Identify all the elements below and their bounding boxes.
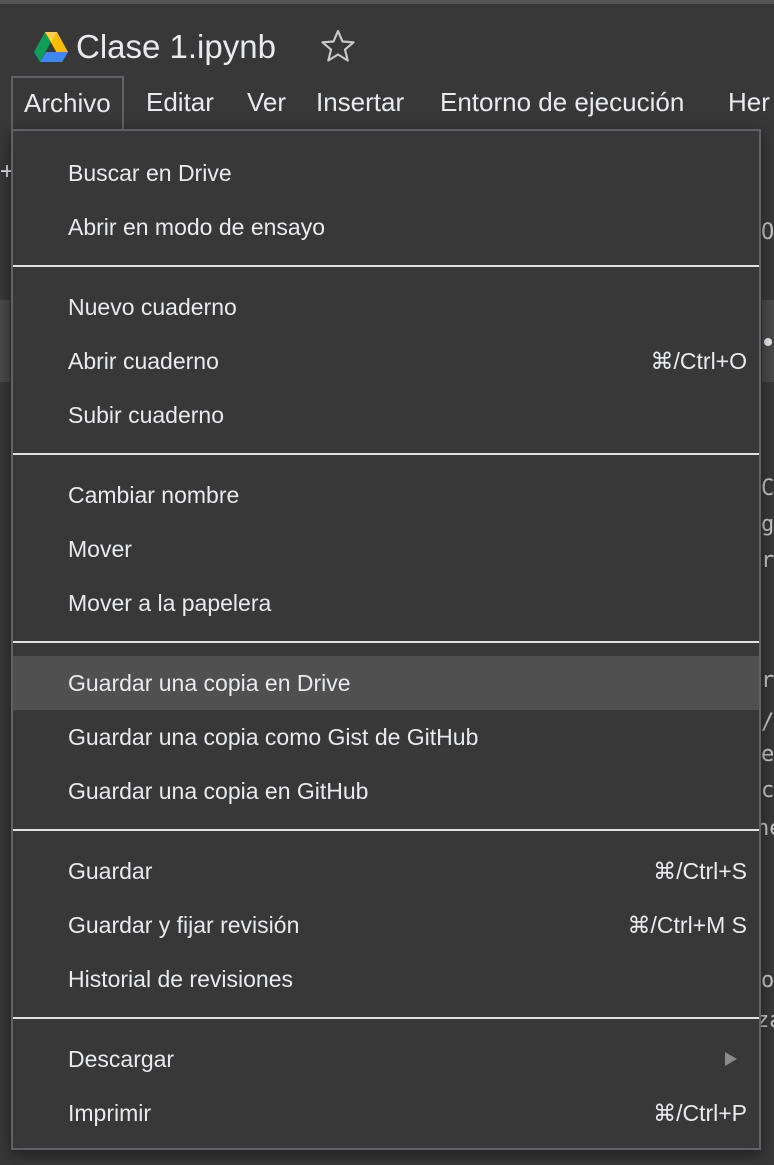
menu-item-shortcut: ⌘/Ctrl+O bbox=[650, 348, 747, 374]
menu-item-guardar-copia-gist-github[interactable]: Guardar una copia como Gist de GitHub bbox=[13, 710, 759, 764]
archivo-dropdown-menu: Buscar en Drive Abrir en modo de ensayo … bbox=[11, 129, 761, 1150]
menu-item-shortcut: ⌘/Ctrl+M S bbox=[627, 912, 747, 938]
background-text-fragment: e bbox=[761, 742, 774, 767]
menu-item-historial-de-revisiones[interactable]: Historial de revisiones bbox=[13, 952, 759, 1006]
menu-insertar[interactable]: Insertar bbox=[316, 76, 404, 128]
menu-item-label: Imprimir bbox=[68, 1100, 152, 1126]
menu-item-label: Guardar bbox=[68, 858, 153, 884]
menu-item-guardar[interactable]: Guardar ⌘/Ctrl+S bbox=[13, 844, 759, 898]
colab-window: Clase 1.ipynb Archivo Editar Ver Inserta… bbox=[0, 0, 774, 1165]
title-row: Clase 1.ipynb bbox=[0, 22, 774, 74]
background-text-fragment: / bbox=[761, 710, 774, 735]
menu-archivo[interactable]: Archivo bbox=[11, 76, 124, 130]
background-text-fragment: g bbox=[761, 512, 774, 537]
submenu-arrow-icon bbox=[725, 1052, 737, 1066]
background-text-fragment: C bbox=[761, 476, 774, 501]
menu-item-label: Guardar y fijar revisión bbox=[68, 912, 300, 938]
menu-item-mover-a-la-papelera[interactable]: Mover a la papelera bbox=[13, 576, 759, 630]
menu-item-label: Mover a la papelera bbox=[68, 590, 272, 616]
menubar: Archivo Editar Ver Insertar Entorno de e… bbox=[0, 76, 774, 130]
menu-item-buscar-en-drive[interactable]: Buscar en Drive bbox=[13, 146, 759, 200]
menu-item-guardar-una-copia-en-drive[interactable]: Guardar una copia en Drive bbox=[13, 656, 759, 710]
menu-separator bbox=[13, 829, 759, 831]
menu-item-cambiar-nombre[interactable]: Cambiar nombre bbox=[13, 468, 759, 522]
menu-item-label: Cambiar nombre bbox=[68, 482, 240, 508]
menu-ver[interactable]: Ver bbox=[247, 76, 286, 128]
background-text-fragment: c bbox=[761, 778, 774, 803]
menu-item-label: Abrir en modo de ensayo bbox=[68, 214, 325, 240]
menu-item-shortcut: ⌘/Ctrl+S bbox=[653, 858, 747, 884]
menu-separator bbox=[13, 641, 759, 643]
menu-separator bbox=[13, 1017, 759, 1019]
menu-item-label: Historial de revisiones bbox=[68, 966, 293, 992]
menu-item-guardar-y-fijar-revision[interactable]: Guardar y fijar revisión ⌘/Ctrl+M S bbox=[13, 898, 759, 952]
notebook-title[interactable]: Clase 1.ipynb bbox=[76, 28, 276, 66]
menu-entorno-de-ejecucion[interactable]: Entorno de ejecución bbox=[440, 76, 684, 128]
menu-item-label: Abrir cuaderno bbox=[68, 348, 219, 374]
menu-item-nuevo-cuaderno[interactable]: Nuevo cuaderno bbox=[13, 280, 759, 334]
menu-item-label: Guardar una copia en Drive bbox=[68, 670, 351, 696]
menu-separator bbox=[13, 453, 759, 455]
background-cell-edge-left bbox=[0, 300, 10, 382]
menu-editar[interactable]: Editar bbox=[146, 76, 214, 128]
background-dot bbox=[764, 338, 772, 346]
menu-item-guardar-copia-en-github[interactable]: Guardar una copia en GitHub bbox=[13, 764, 759, 818]
window-top-border bbox=[0, 0, 774, 4]
menu-separator bbox=[13, 265, 759, 267]
menu-item-label: Buscar en Drive bbox=[68, 160, 232, 186]
menu-item-label: Mover bbox=[68, 536, 132, 562]
background-text-fragment: O bbox=[761, 220, 774, 245]
background-text-fragment: o bbox=[761, 968, 774, 993]
background-text-fragment: r bbox=[761, 548, 774, 573]
menu-item-label: Guardar una copia como Gist de GitHub bbox=[68, 724, 479, 750]
google-drive-logo-icon bbox=[34, 32, 68, 62]
menu-herramientas[interactable]: Her bbox=[728, 76, 770, 128]
menu-item-label: Subir cuaderno bbox=[68, 402, 224, 428]
menu-item-label: Guardar una copia en GitHub bbox=[68, 778, 369, 804]
menu-item-label: Descargar bbox=[68, 1046, 175, 1072]
menu-item-shortcut: ⌘/Ctrl+P bbox=[653, 1100, 747, 1126]
background-text-fragment: r bbox=[761, 668, 774, 693]
menu-item-imprimir[interactable]: Imprimir ⌘/Ctrl+P bbox=[13, 1086, 759, 1140]
menu-item-subir-cuaderno[interactable]: Subir cuaderno bbox=[13, 388, 759, 442]
menu-item-descargar[interactable]: Descargar bbox=[13, 1032, 759, 1086]
menu-item-abrir-en-modo-de-ensayo[interactable]: Abrir en modo de ensayo bbox=[13, 200, 759, 254]
menu-item-mover[interactable]: Mover bbox=[13, 522, 759, 576]
menu-item-label: Nuevo cuaderno bbox=[68, 294, 237, 320]
star-icon[interactable] bbox=[320, 28, 356, 64]
menu-item-abrir-cuaderno[interactable]: Abrir cuaderno ⌘/Ctrl+O bbox=[13, 334, 759, 388]
